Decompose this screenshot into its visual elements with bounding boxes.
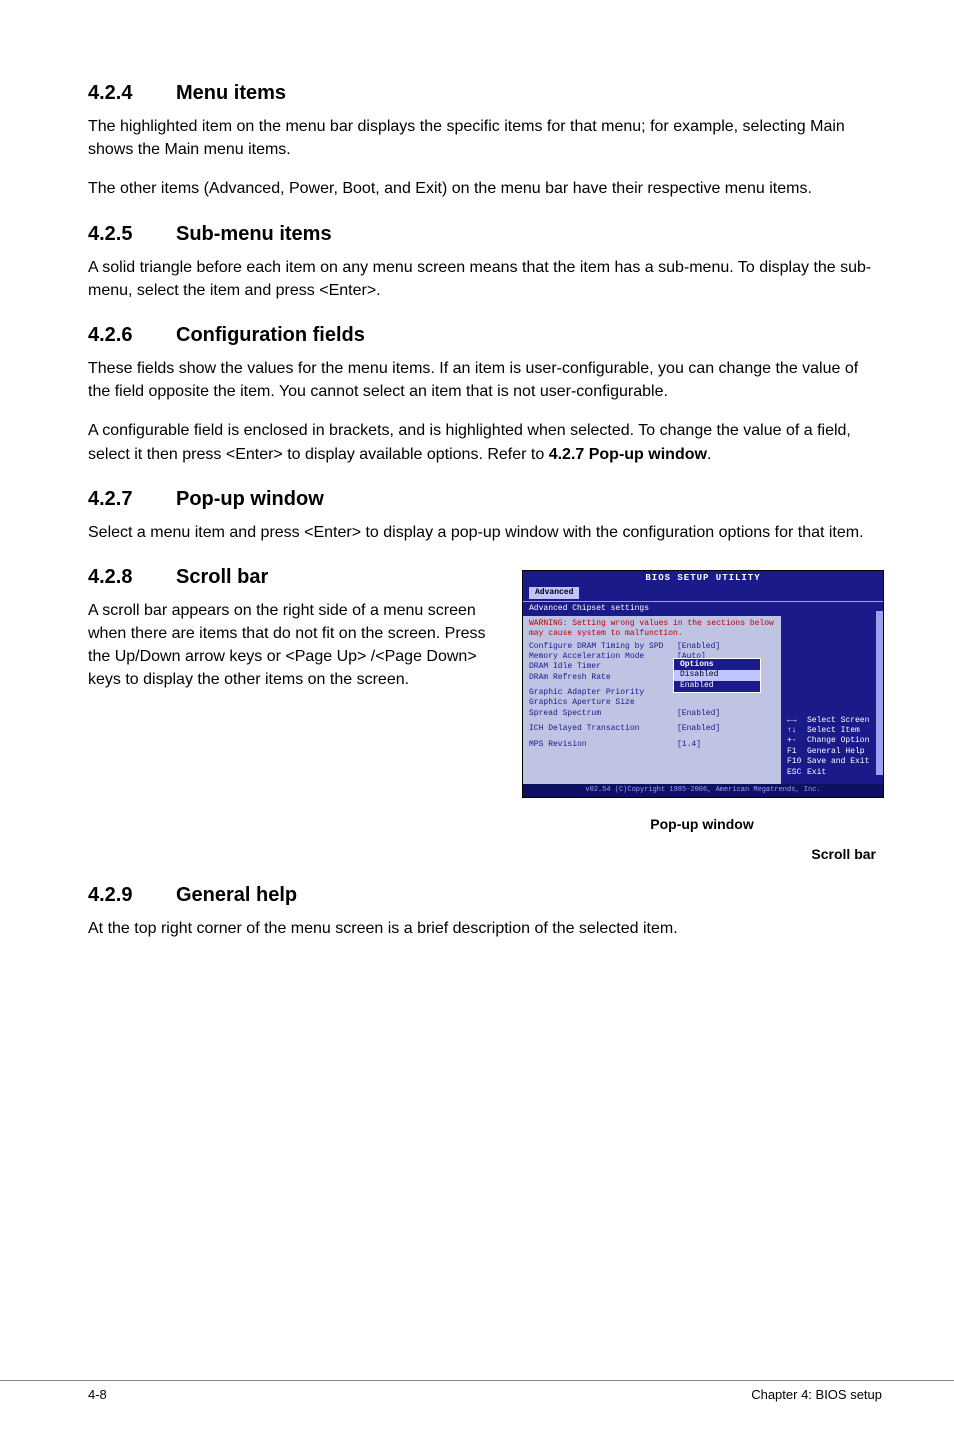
- heading-title: General help: [176, 884, 297, 906]
- bios-item-label: Graphic Adapter Priority: [529, 688, 677, 698]
- bios-left-pane: Advanced Chipset settings WARNING: Setti…: [523, 602, 781, 784]
- figure-caption-popup: Pop-up window: [522, 816, 882, 832]
- figure-caption-scrollbar: Scroll bar: [522, 846, 882, 862]
- heading-4-2-6: 4.2.6Configuration fields: [88, 324, 882, 347]
- page-number: 4-8: [88, 1387, 107, 1402]
- bios-item[interactable]: Graphics Aperture Size: [523, 698, 781, 708]
- bios-item-value: [Enabled]: [677, 724, 720, 734]
- bios-help-line: ESCExit: [787, 768, 877, 778]
- bios-help-line: ←→Select Screen: [787, 716, 877, 726]
- paragraph: At the top right corner of the menu scre…: [88, 917, 882, 940]
- heading-title: Configuration fields: [176, 324, 365, 346]
- bios-popup-title: Options: [674, 660, 760, 670]
- bios-section-header: Advanced Chipset settings: [523, 602, 781, 616]
- key-icon: +-: [787, 736, 807, 746]
- bios-item-value: [1.4]: [677, 740, 701, 750]
- bios-item-label: Spread Spectrum: [529, 709, 677, 719]
- heading-4-2-5: 4.2.5Sub-menu items: [88, 223, 882, 246]
- heading-number: 4.2.9: [88, 884, 176, 907]
- bios-warning: WARNING: Setting wrong values in the sec…: [523, 616, 781, 641]
- bios-copyright: v02.54 (C)Copyright 1985-2006, American …: [523, 784, 883, 797]
- bios-item-label: DRAM Idle Timer: [529, 662, 677, 672]
- paragraph: The highlighted item on the menu bar dis…: [88, 115, 882, 161]
- heading-title: Sub-menu items: [176, 223, 332, 245]
- bios-popup-option[interactable]: Enabled: [674, 681, 760, 691]
- bios-title: BIOS SETUP UTILITY: [523, 571, 883, 587]
- chapter-title: Chapter 4: BIOS setup: [751, 1387, 882, 1402]
- bios-item-value: [Enabled]: [677, 642, 720, 652]
- bios-item-label: Configure DRAM Timing by SPD: [529, 642, 677, 652]
- key-icon: F10: [787, 757, 807, 767]
- paragraph: A configurable field is enclosed in brac…: [88, 419, 882, 465]
- heading-number: 4.2.6: [88, 324, 176, 347]
- bios-item[interactable]: ICH Delayed Transaction[Enabled]: [523, 724, 781, 734]
- bios-help-line: ↑↓Select Item: [787, 726, 877, 736]
- scroll-down-icon[interactable]: [876, 775, 883, 784]
- key-icon: ESC: [787, 768, 807, 778]
- scroll-up-icon[interactable]: [876, 602, 883, 611]
- bios-help-block: ←→Select Screen ↑↓Select Item +-Change O…: [787, 716, 877, 778]
- bios-popup-option[interactable]: Disabled: [674, 670, 760, 680]
- paragraph: Select a menu item and press <Enter> to …: [88, 521, 882, 544]
- bios-item-label: Graphics Aperture Size: [529, 698, 677, 708]
- bios-item-label: ICH Delayed Transaction: [529, 724, 677, 734]
- heading-4-2-4: 4.2.4Menu items: [88, 82, 882, 105]
- key-icon: ↑↓: [787, 726, 807, 736]
- bios-item[interactable]: MPS Revision[1.4]: [523, 740, 781, 750]
- heading-number: 4.2.7: [88, 488, 176, 511]
- text: A configurable field is enclosed in brac…: [88, 422, 851, 462]
- bios-tab-advanced[interactable]: Advanced: [529, 587, 579, 599]
- heading-number: 4.2.4: [88, 82, 176, 105]
- bios-scrollbar[interactable]: [876, 602, 883, 784]
- bios-main: Advanced Chipset settings WARNING: Setti…: [523, 601, 883, 784]
- heading-number: 4.2.5: [88, 223, 176, 246]
- bios-right-pane: ←→Select Screen ↑↓Select Item +-Change O…: [781, 602, 883, 784]
- key-icon: F1: [787, 747, 807, 757]
- bios-item[interactable]: Configure DRAM Timing by SPD[Enabled]: [523, 642, 781, 652]
- bios-item-label: Memory Acceleration Mode: [529, 652, 677, 662]
- paragraph: These fields show the values for the men…: [88, 357, 882, 403]
- bios-item-label: MPS Revision: [529, 740, 677, 750]
- bios-help-line: +-Change Option: [787, 736, 877, 746]
- bios-item[interactable]: Spread Spectrum[Enabled]: [523, 709, 781, 719]
- bios-help-line: F10Save and Exit: [787, 757, 877, 767]
- bios-item-value: [Enabled]: [677, 709, 720, 719]
- paragraph: A solid triangle before each item on any…: [88, 256, 882, 302]
- bios-window: BIOS SETUP UTILITY Advanced Advanced Chi…: [522, 570, 884, 798]
- heading-title: Pop-up window: [176, 488, 324, 510]
- bios-popup[interactable]: Options Disabled Enabled: [673, 658, 761, 693]
- paragraph: The other items (Advanced, Power, Boot, …: [88, 177, 882, 200]
- bios-item-label: DRAm Refresh Rate: [529, 673, 677, 683]
- page-footer: 4-8 Chapter 4: BIOS setup: [0, 1381, 954, 1426]
- heading-4-2-9: 4.2.9General help: [88, 884, 882, 907]
- heading-title: Scroll bar: [176, 566, 268, 588]
- heading-4-2-7: 4.2.7Pop-up window: [88, 488, 882, 511]
- heading-number: 4.2.8: [88, 566, 176, 589]
- bios-tabbar: Advanced: [523, 587, 883, 601]
- bios-help-line: F1General Help: [787, 747, 877, 757]
- reference-bold: 4.2.7 Pop-up window: [549, 446, 707, 463]
- key-icon: ←→: [787, 716, 807, 726]
- text: .: [707, 446, 711, 463]
- bios-figure: BIOS SETUP UTILITY Advanced Advanced Chi…: [522, 570, 882, 862]
- heading-title: Menu items: [176, 82, 286, 104]
